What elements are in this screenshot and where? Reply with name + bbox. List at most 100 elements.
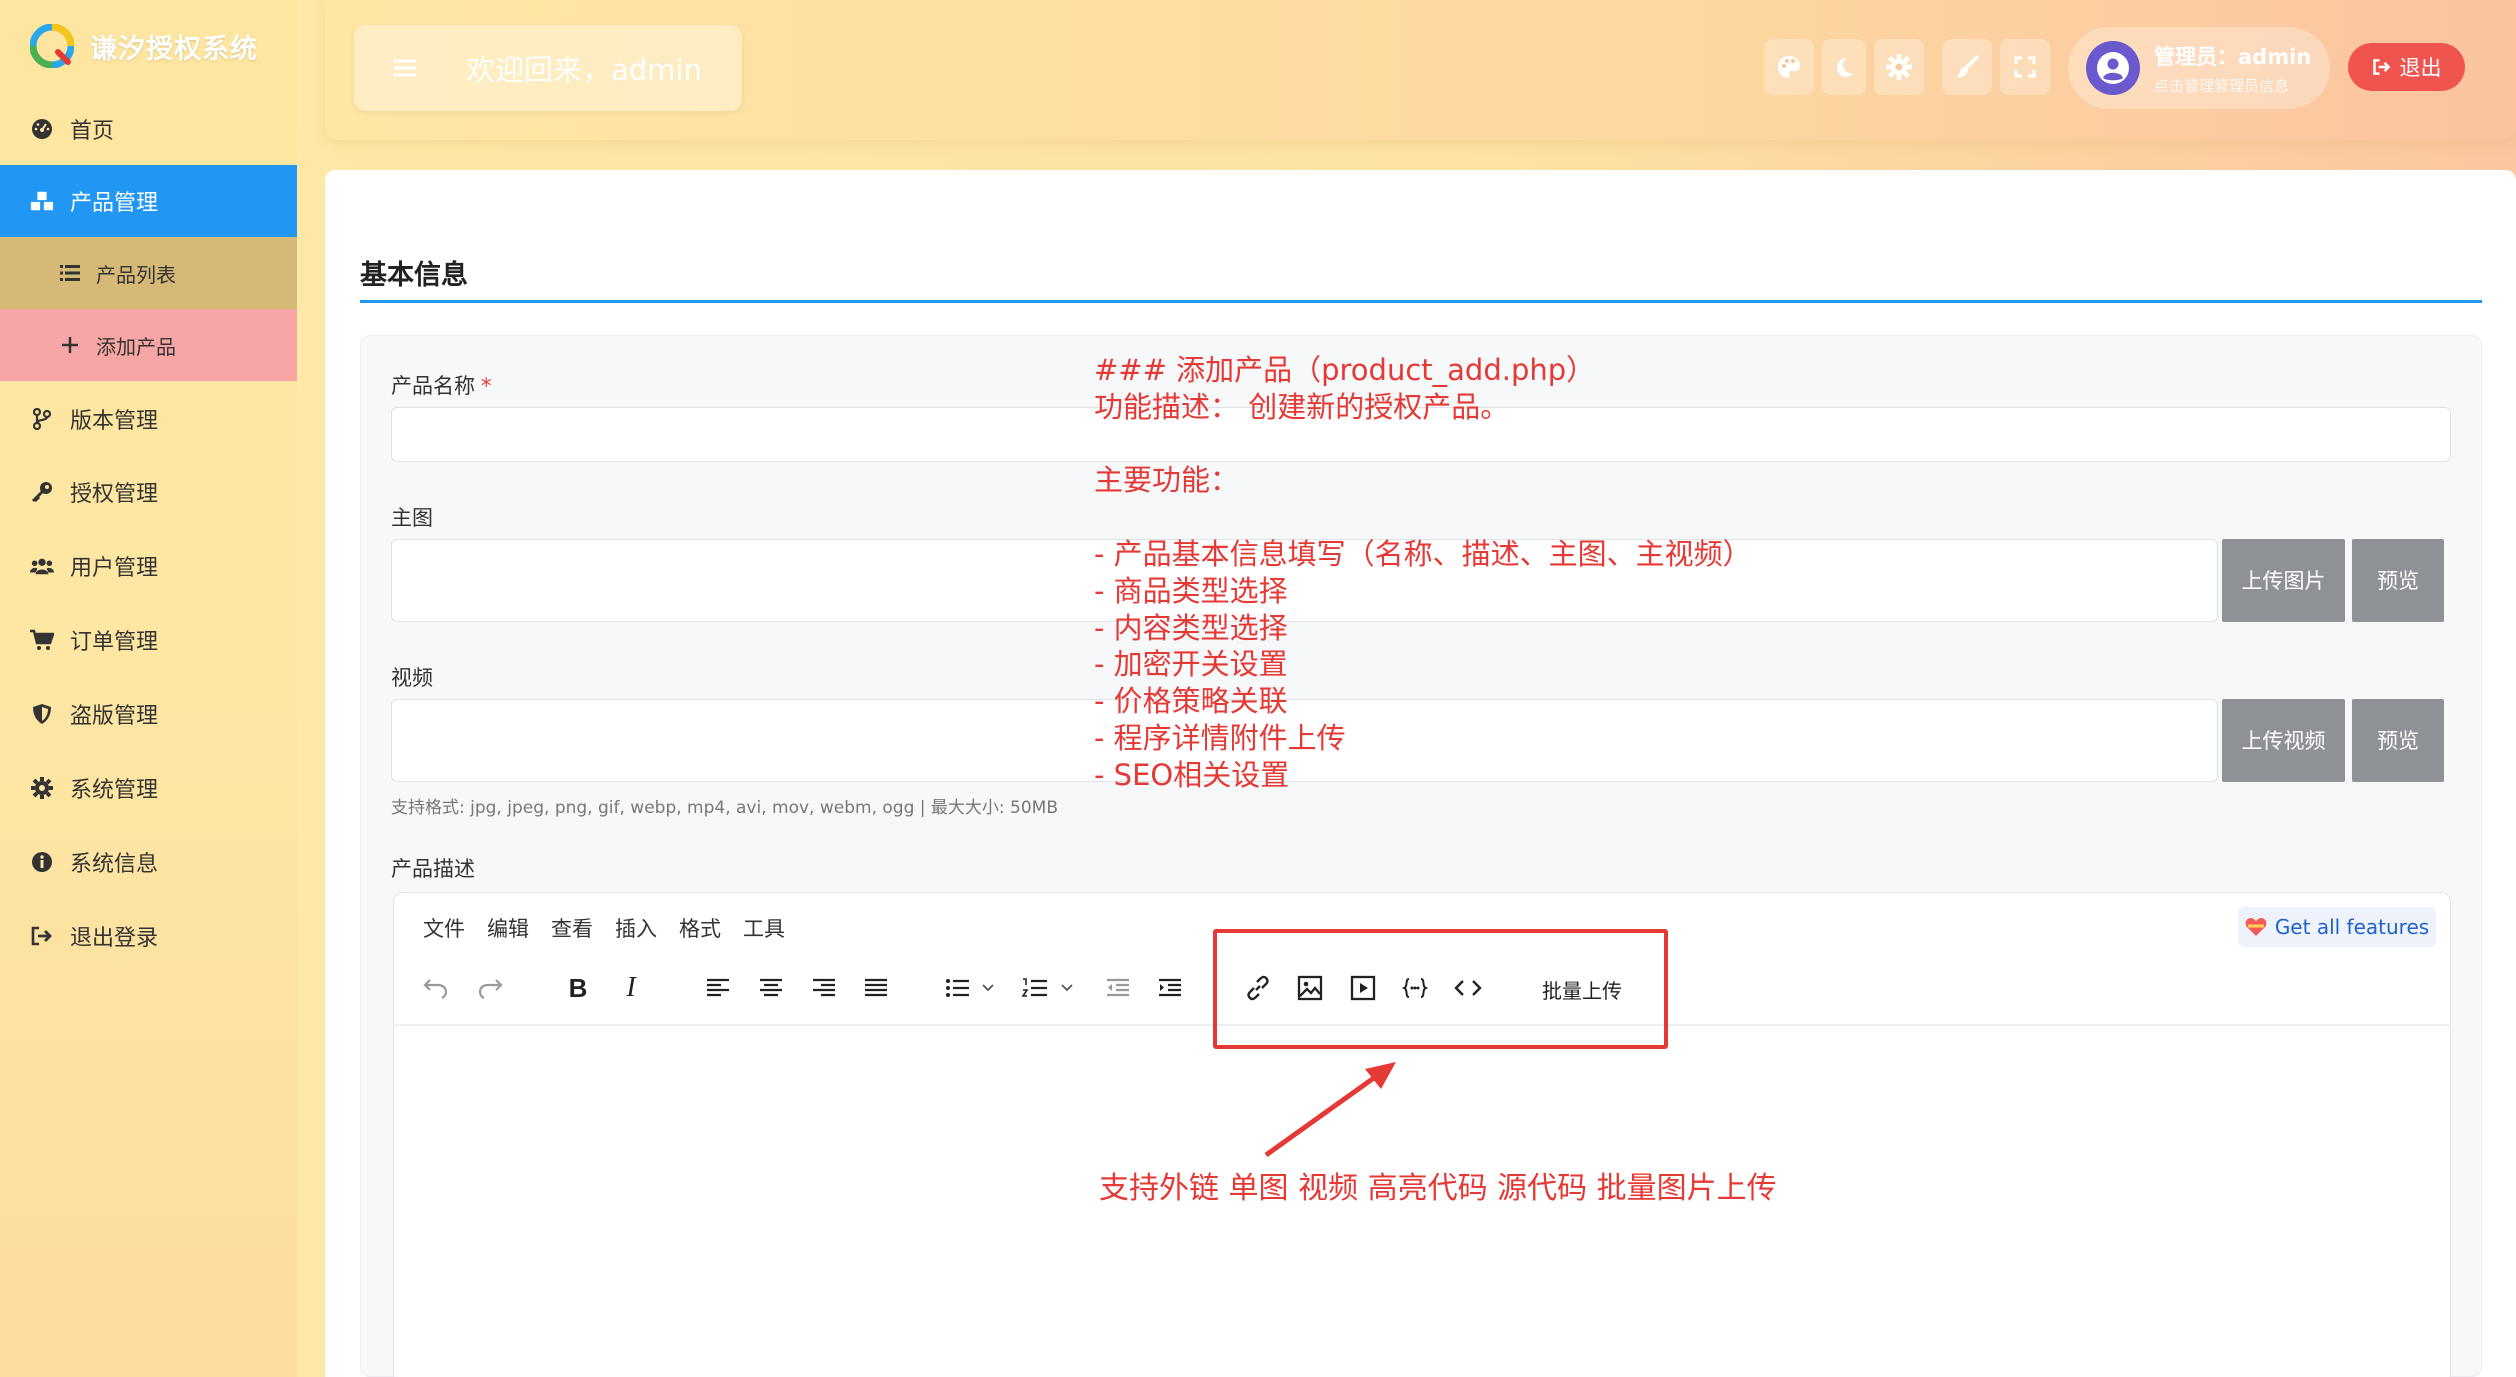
sidebar-item-system[interactable]: 系统管理 [0,765,297,811]
user-subtitle: 点击管理管理员信息 [2154,76,2290,95]
annotation-notes: ### 添加产品（product_add.php） 功能描述： 创建新的授权产品… [1094,352,1752,794]
section-divider [360,300,2482,303]
dashboard-icon [30,117,54,141]
align-left-button[interactable] [700,970,736,1006]
annotation-line: - 价格策略关联 [1094,684,1288,719]
indent-button[interactable] [1152,970,1188,1006]
annotation-line: - 商品类型选择 [1094,573,1288,608]
preview-video-button[interactable]: 预览 [2352,699,2444,782]
sidebar-item-home[interactable]: 首页 [0,106,297,152]
sidebar-item-add-product[interactable]: 添加产品 [0,309,297,381]
sidebar-item-label: 产品管理 [70,191,159,216]
sign-out-icon [2372,59,2390,75]
annotation-line [1094,426,1752,463]
undo-button[interactable] [418,970,454,1006]
list-icon [58,261,82,285]
logo-icon [30,24,74,68]
indent-icon [1159,978,1181,997]
menu-file[interactable]: 文件 [423,913,465,943]
numbered-list-button[interactable] [1022,970,1082,1006]
heart-gift-icon [2245,918,2267,936]
sidebar-item-users[interactable]: 用户管理 [0,543,297,589]
preview-image-button[interactable]: 预览 [2352,539,2444,622]
branch-icon [30,407,54,431]
outdent-button[interactable] [1100,970,1136,1006]
annotation-line: - 产品基本信息填写（名称、描述、主图、主视频） [1094,536,1752,571]
sidebar-item-licenses[interactable]: 授权管理 [0,469,297,515]
video-label: 视频 [391,666,433,690]
annotation-arrow-icon [1264,1062,1396,1158]
cart-icon [30,628,54,652]
annotation-line: - 程序详情附件上传 [1094,720,1346,755]
description-label: 产品描述 [391,857,475,881]
annotation-callout: 支持外链 单图 视频 高亮代码 源代码 批量图片上传 [1099,1171,1777,1206]
menu-insert[interactable]: 插入 [615,913,657,943]
annotation-line: 功能描述： 创建新的授权产品。 [1094,389,1510,424]
align-justify-button[interactable] [858,970,894,1006]
welcome-bar: 欢迎回来，admin [354,25,742,111]
annotation-line: - 加密开关设置 [1094,647,1288,682]
sidebar-item-label: 首页 [70,119,115,144]
bullet-list-button[interactable] [945,970,1005,1006]
sidebar-item-label: 系统信息 [70,852,159,877]
welcome-text: 欢迎回来，admin [466,53,702,87]
redo-icon [478,979,503,999]
user-name: 管理员：admin [2154,44,2312,69]
get-all-features-button[interactable]: Get all features [2238,907,2436,947]
bold-button[interactable]: B [560,970,596,1006]
sidebar: 谦汐授权系统 首页 产品管理 产品列表 添加产品 版本管理 授权管理 用户管理 … [0,0,297,1377]
editor-menubar: 文件 编辑 查看 插入 格式 工具 [423,913,807,943]
menu-tools[interactable]: 工具 [743,913,785,943]
align-justify-icon [865,978,887,997]
users-icon [30,554,54,578]
get-all-label: Get all features [2274,915,2430,939]
upload-video-button[interactable]: 上传视频 [2222,699,2345,782]
sidebar-item-label: 用户管理 [70,556,159,581]
annotation-line: - SEO相关设置 [1094,757,1290,792]
app-title: 谦汐授权系统 [90,33,258,65]
dark-mode-button[interactable] [1822,39,1866,95]
redo-button[interactable] [472,970,508,1006]
theme-palette-button[interactable] [1764,39,1814,95]
annotation-line [1094,499,1752,536]
product-name-label-text: 产品名称 [391,374,475,398]
sidebar-item-orders[interactable]: 订单管理 [0,617,297,663]
hamburger-menu-icon[interactable] [390,53,420,83]
italic-button[interactable]: I [613,970,649,1006]
sidebar-item-label: 退出登录 [70,926,159,951]
app-logo[interactable]: 谦汐授权系统 [30,22,258,70]
gear-icon [30,776,54,800]
menu-view[interactable]: 查看 [551,913,593,943]
annotation-line: ### 添加产品（product_add.php） [1094,353,1596,387]
user-circle-icon [2097,52,2129,84]
sidebar-item-sysinfo[interactable]: 系统信息 [0,839,297,885]
sign-out-icon [30,924,54,948]
sidebar-item-versions[interactable]: 版本管理 [0,396,297,442]
clear-cache-button[interactable] [1942,39,1992,95]
annotation-line: 主要功能： [1094,463,1240,498]
upload-image-button[interactable]: 上传图片 [2222,539,2345,622]
bullet-list-icon [946,979,994,997]
user-profile[interactable]: 管理员：admin 点击管理管理员信息 [2068,27,2330,109]
info-icon [30,850,54,874]
sidebar-item-label: 产品列表 [96,262,176,287]
logout-button[interactable]: 退出 [2348,43,2465,91]
sidebar-item-product-list[interactable]: 产品列表 [0,237,297,309]
key-icon [30,480,54,504]
align-right-button[interactable] [806,970,842,1006]
sidebar-item-products[interactable]: 产品管理 [0,165,297,237]
align-center-button[interactable] [753,970,789,1006]
menu-format[interactable]: 格式 [679,913,721,943]
section-title: 基本信息 [360,260,468,291]
align-left-icon [707,978,729,997]
settings-button[interactable] [1874,39,1924,95]
sidebar-item-logout[interactable]: 退出登录 [0,913,297,959]
numbered-list-icon [1022,978,1073,997]
sidebar-item-piracy[interactable]: 盗版管理 [0,691,297,737]
menu-edit[interactable]: 编辑 [487,913,529,943]
cubes-icon [30,189,54,213]
required-mark: * [481,374,492,398]
format-hint: 支持格式: jpg, jpeg, png, gif, webp, mp4, av… [391,798,1058,818]
fullscreen-button[interactable] [2000,39,2050,95]
main-image-label: 主图 [391,506,433,530]
